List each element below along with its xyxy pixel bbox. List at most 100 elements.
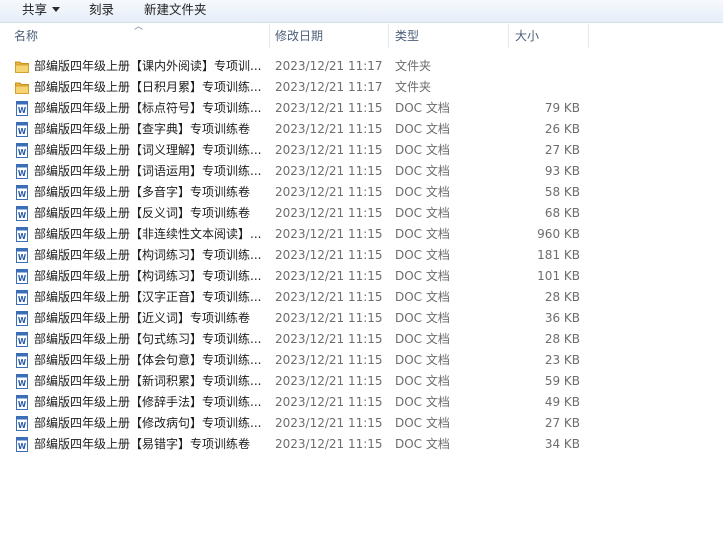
file-row[interactable]: W 部编版四年级上册【构词练习】专项训练... 2023/12/21 11:15 DO… bbox=[0, 266, 723, 287]
folder-row[interactable]: 部编版四年级上册【日积月累】专项训练... 2023/12/21 11:17 文件夹 bbox=[0, 77, 723, 98]
file-modified-date: 2023/12/21 11:15 bbox=[275, 395, 383, 409]
file-size: 36 KB bbox=[544, 311, 580, 325]
file-modified-date: 2023/12/21 11:15 bbox=[275, 122, 383, 136]
doc-icon: W bbox=[15, 395, 29, 410]
file-row[interactable]: W 部编版四年级上册【修辞手法】专项训练... 2023/12/21 11:15 DO… bbox=[0, 392, 723, 413]
svg-text:W: W bbox=[18, 295, 27, 304]
file-modified-date: 2023/12/21 11:15 bbox=[275, 374, 383, 388]
file-name: 部编版四年级上册【词语运用】专项训练... bbox=[34, 164, 262, 178]
sort-up-icon: ︿ bbox=[134, 22, 144, 32]
file-name: 部编版四年级上册【构词练习】专项训练... bbox=[34, 269, 262, 283]
doc-icon: W bbox=[15, 248, 29, 263]
file-modified-date: 2023/12/21 11:15 bbox=[275, 332, 383, 346]
file-size: 58 KB bbox=[544, 185, 580, 199]
svg-text:W: W bbox=[18, 169, 27, 178]
file-name: 部编版四年级上册【反义词】专项训练卷 bbox=[34, 206, 251, 220]
file-row[interactable]: W 部编版四年级上册【句式练习】专项训练... 2023/12/21 11:15 DO… bbox=[0, 329, 723, 350]
file-size: 181 KB bbox=[537, 248, 580, 262]
file-row[interactable]: W 部编版四年级上册【多音字】专项训练卷 2023/12/21 11:15 DOC 文… bbox=[0, 182, 723, 203]
file-row[interactable]: W 部编版四年级上册【非连续性文本阅读】... 2023/12/21 11:15 DO… bbox=[0, 224, 723, 245]
file-modified-date: 2023/12/21 11:17 bbox=[275, 59, 383, 73]
file-type: 文件夹 bbox=[395, 80, 432, 94]
doc-icon: W bbox=[15, 437, 29, 452]
file-name: 部编版四年级上册【句式练习】专项训练... bbox=[34, 332, 262, 346]
file-name: 部编版四年级上册【汉字正音】专项训练... bbox=[34, 290, 262, 304]
file-type: DOC 文档 bbox=[395, 269, 450, 283]
file-row[interactable]: W 部编版四年级上册【词语运用】专项训练... 2023/12/21 11:15 DO… bbox=[0, 161, 723, 182]
svg-text:W: W bbox=[18, 148, 27, 157]
file-name: 部编版四年级上册【近义词】专项训练卷 bbox=[34, 311, 251, 325]
file-modified-date: 2023/12/21 11:15 bbox=[275, 227, 383, 241]
file-name: 部编版四年级上册【构词练习】专项训练... bbox=[34, 248, 262, 262]
file-list: 部编版四年级上册【课内外阅读】专项训... 2023/12/21 11:17 文件夹… bbox=[0, 56, 723, 455]
file-row[interactable]: W 部编版四年级上册【修改病句】专项训练... 2023/12/21 11:15 DO… bbox=[0, 413, 723, 434]
column-header-name[interactable]: 名称 bbox=[14, 24, 38, 48]
file-name: 部编版四年级上册【易错字】专项训练卷 bbox=[34, 437, 251, 451]
file-modified-date: 2023/12/21 11:15 bbox=[275, 353, 383, 367]
column-divider[interactable] bbox=[588, 24, 589, 48]
column-header-size[interactable]: 大小 bbox=[515, 24, 539, 48]
file-modified-date: 2023/12/21 11:15 bbox=[275, 185, 383, 199]
file-type: DOC 文档 bbox=[395, 206, 450, 220]
file-row[interactable]: W 部编版四年级上册【标点符号】专项训练... 2023/12/21 11:15 DO… bbox=[0, 98, 723, 119]
doc-icon: W bbox=[15, 269, 29, 284]
doc-icon: W bbox=[15, 185, 29, 200]
chevron-down-icon bbox=[52, 7, 61, 12]
file-modified-date: 2023/12/21 11:15 bbox=[275, 143, 383, 157]
share-menu-button[interactable]: 共享 bbox=[22, 0, 61, 18]
file-type: DOC 文档 bbox=[395, 185, 450, 199]
column-divider[interactable] bbox=[269, 24, 270, 48]
file-name: 部编版四年级上册【修辞手法】专项训练... bbox=[34, 395, 262, 409]
file-row[interactable]: W 部编版四年级上册【汉字正音】专项训练... 2023/12/21 11:15 DO… bbox=[0, 287, 723, 308]
svg-text:W: W bbox=[18, 316, 27, 325]
doc-icon: W bbox=[15, 353, 29, 368]
file-row[interactable]: W 部编版四年级上册【构词练习】专项训练... 2023/12/21 11:15 DO… bbox=[0, 245, 723, 266]
file-name: 部编版四年级上册【多音字】专项训练卷 bbox=[34, 185, 251, 199]
file-name: 部编版四年级上册【日积月累】专项训练... bbox=[34, 80, 262, 94]
file-modified-date: 2023/12/21 11:15 bbox=[275, 290, 383, 304]
file-size: 68 KB bbox=[544, 206, 580, 220]
file-size: 93 KB bbox=[544, 164, 580, 178]
file-type: DOC 文档 bbox=[395, 416, 450, 430]
file-size: 27 KB bbox=[544, 143, 580, 157]
doc-icon: W bbox=[15, 227, 29, 242]
file-row[interactable]: W 部编版四年级上册【词义理解】专项训练... 2023/12/21 11:15 DO… bbox=[0, 140, 723, 161]
doc-icon: W bbox=[15, 143, 29, 158]
file-type: 文件夹 bbox=[395, 59, 432, 73]
doc-icon: W bbox=[15, 416, 29, 431]
new-folder-button[interactable]: 新建文件夹 bbox=[144, 0, 207, 18]
file-size: 49 KB bbox=[544, 395, 580, 409]
doc-icon: W bbox=[15, 374, 29, 389]
file-type: DOC 文档 bbox=[395, 374, 450, 388]
file-row[interactable]: W 部编版四年级上册【新词积累】专项训练... 2023/12/21 11:15 DO… bbox=[0, 371, 723, 392]
file-size: 28 KB bbox=[544, 332, 580, 346]
file-modified-date: 2023/12/21 11:15 bbox=[275, 206, 383, 220]
doc-icon: W bbox=[15, 290, 29, 305]
file-name: 部编版四年级上册【词义理解】专项训练... bbox=[34, 143, 262, 157]
file-name: 部编版四年级上册【体会句意】专项训练... bbox=[34, 353, 262, 367]
file-size: 79 KB bbox=[544, 101, 580, 115]
folder-row[interactable]: 部编版四年级上册【课内外阅读】专项训... 2023/12/21 11:17 文件夹 bbox=[0, 56, 723, 77]
column-header-date[interactable]: 修改日期 bbox=[275, 24, 323, 48]
file-row[interactable]: W 部编版四年级上册【易错字】专项训练卷 2023/12/21 11:15 DOC 文… bbox=[0, 434, 723, 455]
folder-icon bbox=[15, 59, 29, 74]
column-divider[interactable] bbox=[508, 24, 509, 48]
file-modified-date: 2023/12/21 11:15 bbox=[275, 437, 383, 451]
column-divider[interactable] bbox=[388, 24, 389, 48]
file-row[interactable]: W 部编版四年级上册【体会句意】专项训练... 2023/12/21 11:15 DO… bbox=[0, 350, 723, 371]
file-modified-date: 2023/12/21 11:15 bbox=[275, 164, 383, 178]
burn-button[interactable]: 刻录 bbox=[89, 0, 114, 18]
column-header-type[interactable]: 类型 bbox=[395, 24, 419, 48]
file-size: 27 KB bbox=[544, 416, 580, 430]
svg-text:W: W bbox=[18, 400, 27, 409]
file-modified-date: 2023/12/21 11:15 bbox=[275, 269, 383, 283]
file-size: 26 KB bbox=[544, 122, 580, 136]
svg-text:W: W bbox=[18, 358, 27, 367]
file-row[interactable]: W 部编版四年级上册【反义词】专项训练卷 2023/12/21 11:15 DOC 文… bbox=[0, 203, 723, 224]
column-header-row: ︿ 名称 修改日期 类型 大小 bbox=[0, 22, 723, 48]
file-name: 部编版四年级上册【新词积累】专项训练... bbox=[34, 374, 262, 388]
file-row[interactable]: W 部编版四年级上册【近义词】专项训练卷 2023/12/21 11:15 DOC 文… bbox=[0, 308, 723, 329]
file-row[interactable]: W 部编版四年级上册【查字典】专项训练卷 2023/12/21 11:15 DOC 文… bbox=[0, 119, 723, 140]
svg-text:W: W bbox=[18, 232, 27, 241]
doc-icon: W bbox=[15, 332, 29, 347]
